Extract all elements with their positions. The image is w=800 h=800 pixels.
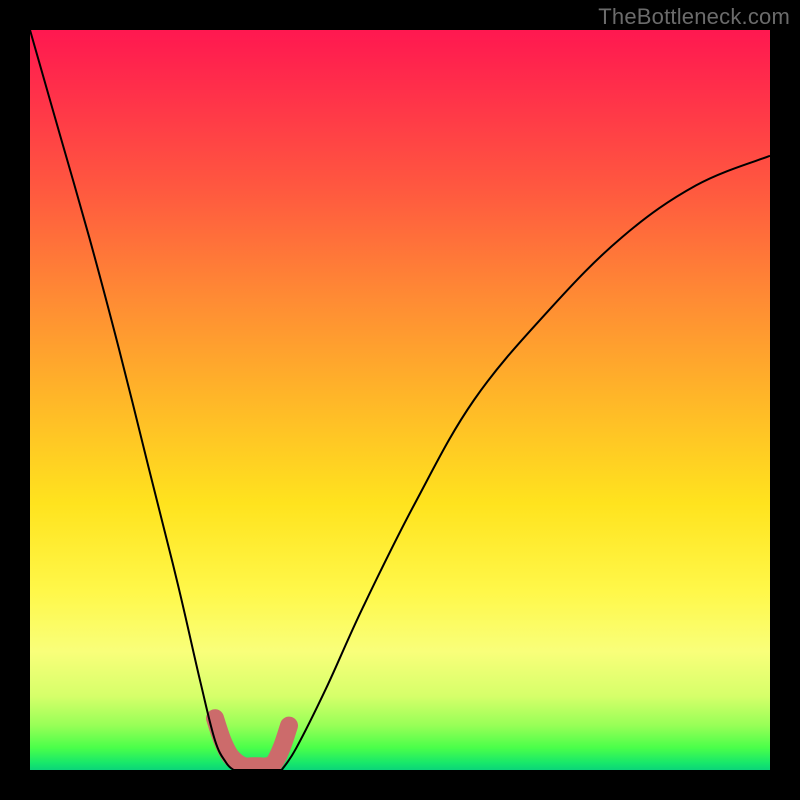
watermark-text: TheBottleneck.com (598, 4, 790, 30)
plot-area (30, 30, 770, 770)
chart-frame: TheBottleneck.com (0, 0, 800, 800)
curve-layer (30, 30, 770, 770)
highlight-bumps (215, 718, 289, 766)
bottleneck-curve (30, 30, 770, 770)
